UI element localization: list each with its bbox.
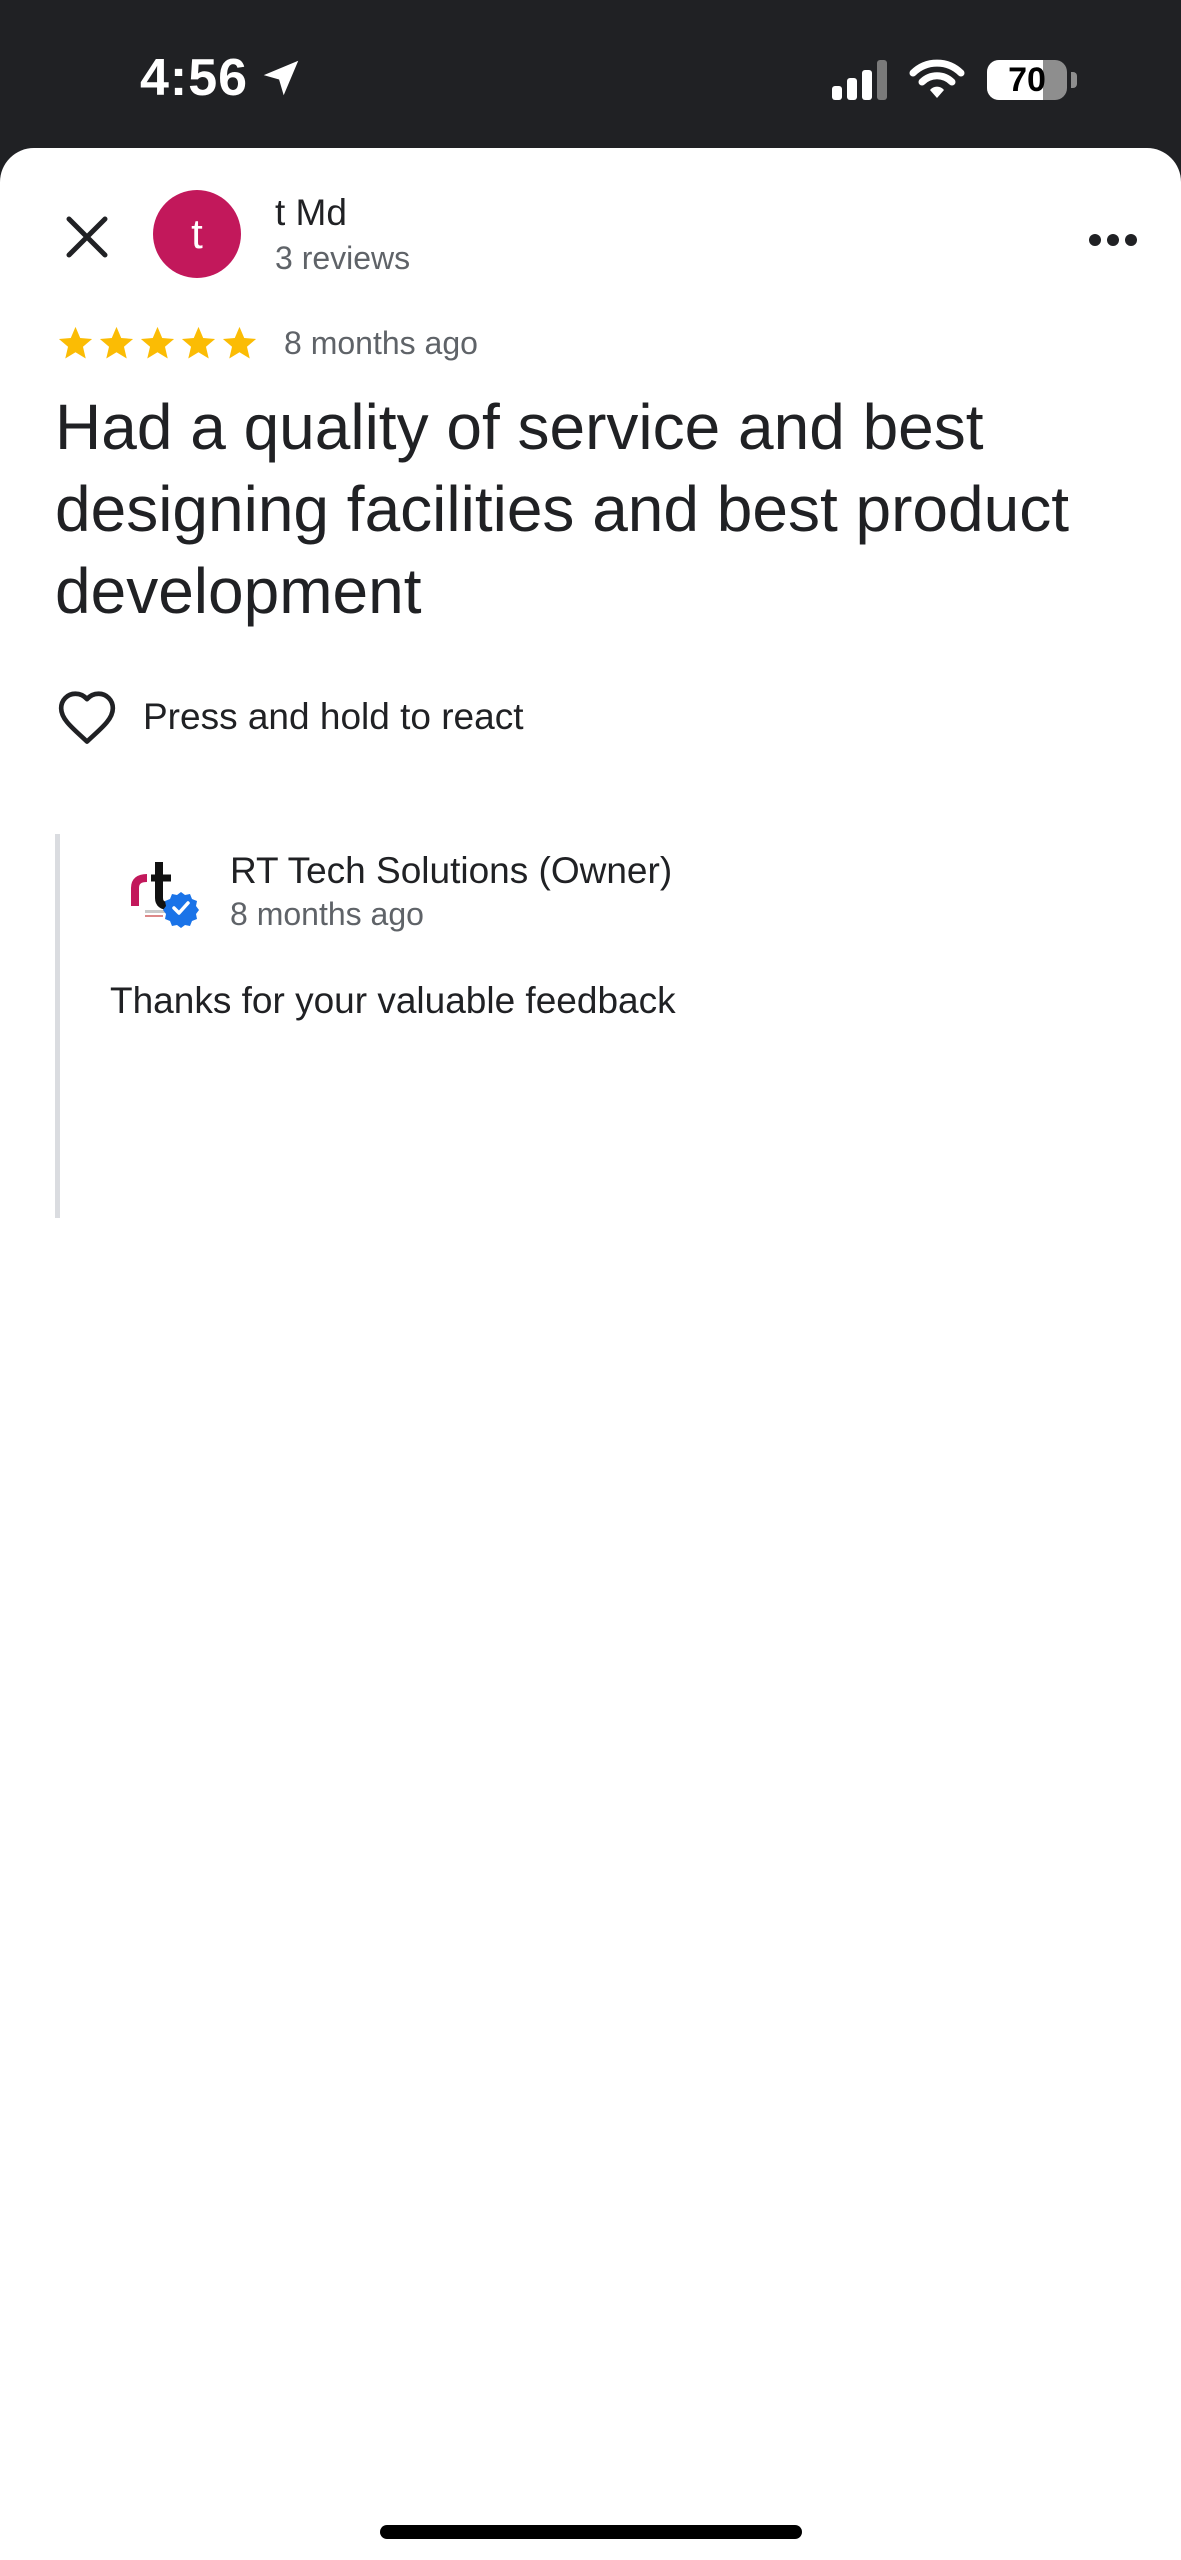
- home-indicator[interactable]: [380, 2525, 802, 2539]
- owner-reply: RT Tech Solutions (Owner) 8 months ago T…: [55, 834, 1135, 1218]
- verified-badge-icon: [163, 892, 199, 928]
- status-time-text: 4:56: [140, 49, 249, 107]
- heart-outline-icon: [58, 691, 116, 744]
- star-icon: [222, 326, 257, 359]
- more-options-button[interactable]: [1073, 200, 1153, 280]
- battery-icon: 70: [987, 60, 1067, 100]
- location-arrow-icon: [263, 60, 299, 96]
- reply-time: 8 months ago: [230, 896, 424, 932]
- reviewer-name[interactable]: t Md: [275, 192, 347, 234]
- star-icon: [58, 326, 93, 359]
- owner-name[interactable]: RT Tech Solutions (Owner): [230, 850, 672, 892]
- battery-cap: [1071, 72, 1077, 88]
- wifi-icon: [909, 59, 965, 98]
- status-icons: 70: [832, 52, 1077, 108]
- review-text: Had a quality of service and best design…: [55, 391, 1069, 627]
- star-icon: [140, 326, 175, 359]
- avatar[interactable]: t: [153, 190, 241, 278]
- review-sheet: t t Md 3 reviews 8 months ago Had a qual…: [0, 148, 1181, 2560]
- battery-level: 70: [1008, 60, 1046, 99]
- status-time: 4:56: [140, 48, 304, 108]
- star-icon: [99, 326, 134, 359]
- more-horizontal-icon: [1089, 234, 1137, 246]
- close-button[interactable]: [50, 200, 124, 274]
- status-bar: 4:56 70: [0, 0, 1181, 150]
- react-label: Press and hold to react: [143, 696, 524, 737]
- avatar-initial: t: [191, 210, 203, 257]
- reply-text: Thanks for your valuable feedback: [110, 980, 676, 1021]
- react-button[interactable]: Press and hold to react: [56, 688, 524, 746]
- star-icon: [181, 326, 216, 359]
- review-time: 8 months ago: [284, 325, 478, 361]
- reviewer-review-count: 3 reviews: [275, 240, 411, 276]
- cellular-signal-icon: [832, 60, 887, 100]
- rating-row: 8 months ago: [56, 324, 478, 363]
- star-rating: [56, 324, 259, 363]
- owner-logo-icon[interactable]: [123, 848, 203, 928]
- close-icon: [66, 216, 108, 258]
